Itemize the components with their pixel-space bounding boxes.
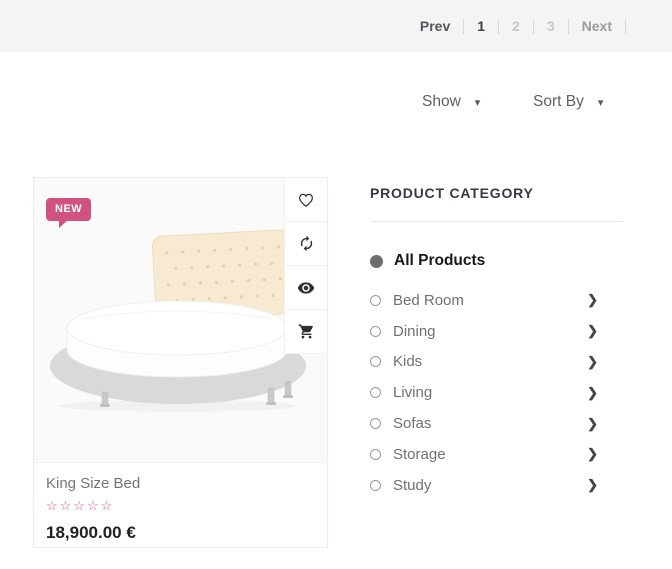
category-label: Sofas: [393, 415, 431, 432]
category-kids[interactable]: Kids ❯: [370, 347, 623, 378]
category-label: Storage: [393, 446, 446, 463]
eye-icon: [297, 279, 315, 297]
category-label: All Products: [394, 252, 485, 270]
pagination-prev-button[interactable]: Prev: [420, 18, 450, 34]
category-label: Study: [393, 477, 431, 494]
pagination-next-button[interactable]: Next: [582, 18, 612, 34]
radio-icon: [370, 480, 381, 491]
category-label: Dining: [393, 323, 436, 340]
chevron-right-icon[interactable]: ❯: [587, 385, 598, 401]
refresh-icon: [298, 235, 315, 252]
chevron-right-icon[interactable]: ❯: [587, 323, 598, 339]
chevron-right-icon[interactable]: ❯: [587, 416, 598, 432]
radio-icon: [370, 326, 381, 337]
chevron-right-icon[interactable]: ❯: [587, 354, 598, 370]
product-image[interactable]: NEW: [34, 178, 327, 463]
compare-button[interactable]: [284, 222, 327, 266]
show-dropdown-label: Show: [422, 93, 461, 111]
caret-down-icon: ▾: [598, 96, 604, 109]
product-info: King Size Bed ☆☆☆☆☆ 18,900.00 €: [34, 463, 327, 543]
sort-by-dropdown-label: Sort By: [533, 93, 584, 111]
category-study[interactable]: Study ❯: [370, 470, 623, 501]
new-badge: NEW: [46, 198, 91, 221]
pagination-page-2[interactable]: 2: [512, 18, 520, 34]
radio-icon: [370, 387, 381, 398]
wishlist-button[interactable]: [284, 178, 327, 222]
pagination-separator: [498, 19, 499, 34]
pagination-separator: [463, 19, 464, 34]
pagination-separator: [568, 19, 569, 34]
category-living[interactable]: Living ❯: [370, 377, 623, 408]
heart-icon: [297, 191, 315, 209]
caret-down-icon: ▾: [475, 96, 481, 109]
radio-icon: [370, 418, 381, 429]
product-card: NEW: [33, 177, 328, 548]
cart-icon: [298, 323, 315, 340]
category-sofas[interactable]: Sofas ❯: [370, 408, 623, 439]
category-storage[interactable]: Storage ❯: [370, 439, 623, 470]
sidebar-heading: PRODUCT CATEGORY: [370, 185, 623, 201]
category-list: Bed Room ❯ Dining ❯ Kids ❯ Living ❯ Sofa…: [370, 285, 623, 501]
add-to-cart-button[interactable]: [284, 310, 327, 354]
chevron-right-icon[interactable]: ❯: [587, 477, 598, 493]
pagination-separator: [533, 19, 534, 34]
pagination-page-1[interactable]: 1: [477, 18, 485, 34]
pagination: Prev 1 2 3 Next: [420, 0, 626, 52]
product-actions: [284, 178, 327, 354]
show-dropdown[interactable]: Show ▾: [422, 93, 480, 111]
product-price: 18,900.00 €: [46, 523, 315, 543]
radio-selected-icon: [370, 255, 383, 268]
shop-page: Prev 1 2 3 Next Show ▾ Sort By ▾ NEW: [0, 0, 672, 569]
category-bed-room[interactable]: Bed Room ❯: [370, 285, 623, 316]
radio-icon: [370, 295, 381, 306]
radio-icon: [370, 449, 381, 460]
product-title[interactable]: King Size Bed: [46, 475, 315, 492]
chevron-right-icon[interactable]: ❯: [587, 292, 598, 308]
category-all-products[interactable]: All Products: [370, 247, 623, 275]
category-sidebar: PRODUCT CATEGORY All Products Bed Room ❯…: [370, 185, 623, 501]
category-dining[interactable]: Dining ❯: [370, 316, 623, 347]
top-bar: Prev 1 2 3 Next: [0, 0, 672, 52]
chevron-right-icon[interactable]: ❯: [587, 446, 598, 462]
category-label: Kids: [393, 353, 422, 370]
sidebar-divider: [370, 221, 623, 222]
category-label: Bed Room: [393, 292, 464, 309]
rating-stars: ☆☆☆☆☆: [46, 498, 315, 514]
quick-view-button[interactable]: [284, 266, 327, 310]
category-label: Living: [393, 384, 432, 401]
radio-icon: [370, 356, 381, 367]
sort-by-dropdown[interactable]: Sort By ▾: [533, 93, 603, 111]
pagination-separator: [625, 19, 626, 34]
pagination-page-3[interactable]: 3: [547, 18, 555, 34]
